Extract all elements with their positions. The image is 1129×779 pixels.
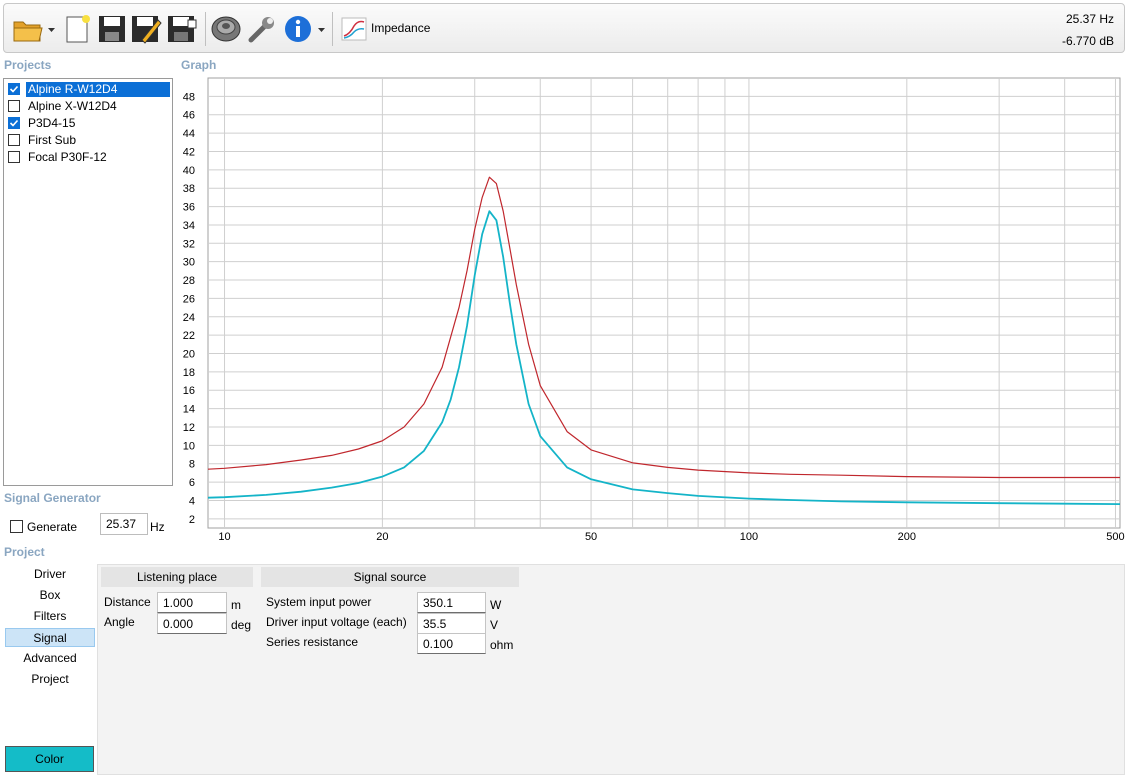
- save-icon[interactable]: [96, 12, 128, 46]
- y-tick-label: 40: [183, 165, 195, 177]
- y-tick-label: 16: [183, 385, 195, 397]
- angle-unit: deg: [231, 618, 252, 632]
- project-item[interactable]: Alpine X-W12D4: [4, 98, 172, 114]
- project-name: Focal P30F-12: [28, 149, 107, 164]
- y-tick-label: 4: [189, 495, 195, 507]
- y-tick-label: 30: [183, 257, 195, 269]
- resistance-unit: ohm: [490, 638, 514, 652]
- listening-place-header: Listening place: [101, 567, 253, 587]
- impedance-graph[interactable]: 2468101214161820222426283032343638404244…: [175, 74, 1125, 544]
- series-resistance-input[interactable]: [417, 633, 486, 654]
- distance-label: Distance: [104, 595, 151, 609]
- x-tick-label: 50: [585, 531, 597, 543]
- info-dropdown-arrow-icon[interactable]: [318, 26, 326, 34]
- distance-unit: m: [231, 598, 241, 612]
- impedance-mode-label[interactable]: Impedance: [371, 21, 430, 35]
- y-tick-label: 2: [189, 514, 195, 526]
- driver-input-voltage-input[interactable]: [417, 613, 486, 634]
- x-tick-label: 500: [1106, 531, 1124, 543]
- generate-checkbox[interactable]: [10, 520, 23, 533]
- y-tick-label: 32: [183, 238, 195, 250]
- y-tick-label: 28: [183, 275, 195, 287]
- system-input-power-input[interactable]: [417, 592, 486, 613]
- toolbar-separator: [205, 12, 206, 46]
- y-tick-label: 8: [189, 459, 195, 471]
- project-item[interactable]: First Sub: [4, 132, 172, 148]
- y-tick-label: 20: [183, 349, 195, 361]
- toolbar: Impedance 25.37 Hz -6.770 dB: [3, 3, 1125, 53]
- y-tick-label: 12: [183, 422, 195, 434]
- generator-frequency-unit: Hz: [150, 520, 165, 534]
- y-tick-label: 26: [183, 293, 195, 305]
- signal-panel: [97, 564, 1125, 775]
- y-tick-label: 24: [183, 312, 195, 324]
- project-checkbox[interactable]: [8, 83, 20, 95]
- nav-filters[interactable]: Filters: [5, 607, 95, 626]
- y-tick-label: 46: [183, 110, 195, 122]
- y-tick-label: 38: [183, 183, 195, 195]
- angle-label: Angle: [104, 615, 135, 629]
- distance-input[interactable]: [157, 592, 227, 613]
- y-tick-label: 34: [183, 220, 195, 232]
- nav-driver[interactable]: Driver: [5, 565, 95, 584]
- color-button[interactable]: Color: [5, 746, 94, 772]
- project-name: Alpine R-W12D4: [26, 81, 170, 97]
- y-tick-label: 10: [183, 440, 195, 452]
- nav-project[interactable]: Project: [5, 670, 95, 689]
- frequency-readout: 25.37 Hz: [1065, 12, 1114, 26]
- nav-advanced[interactable]: Advanced: [5, 649, 95, 668]
- project-item[interactable]: P3D4-15: [4, 115, 172, 131]
- project-item[interactable]: Alpine R-W12D4: [4, 81, 172, 97]
- save-as-icon[interactable]: [166, 12, 198, 46]
- graph-section-title: Graph: [181, 58, 217, 72]
- x-tick-label: 100: [740, 531, 758, 543]
- y-tick-label: 48: [183, 91, 195, 103]
- new-project-icon[interactable]: [62, 12, 94, 46]
- level-readout: -6.770 dB: [1061, 34, 1114, 48]
- system-input-power-label: System input power: [266, 595, 372, 609]
- y-tick-label: 14: [183, 404, 195, 416]
- y-tick-label: 22: [183, 330, 195, 342]
- y-tick-label: 44: [183, 128, 195, 140]
- y-tick-label: 36: [183, 202, 195, 214]
- y-tick-label: 42: [183, 146, 195, 158]
- project-name: Alpine X-W12D4: [28, 98, 117, 113]
- nav-box[interactable]: Box: [5, 586, 95, 605]
- x-tick-label: 20: [376, 531, 388, 543]
- save-edit-icon[interactable]: [130, 12, 162, 46]
- speaker-driver-icon[interactable]: [210, 12, 242, 46]
- angle-input[interactable]: [157, 613, 227, 634]
- x-tick-label: 200: [898, 531, 916, 543]
- generator-frequency-input[interactable]: [100, 513, 148, 535]
- y-tick-label: 6: [189, 477, 195, 489]
- project-checkbox[interactable]: [8, 100, 20, 112]
- signal-source-header: Signal source: [261, 567, 519, 587]
- projects-section-title: Projects: [4, 58, 52, 72]
- power-unit: W: [490, 598, 502, 612]
- y-tick-label: 18: [183, 367, 195, 379]
- project-name: First Sub: [28, 132, 77, 147]
- projects-list[interactable]: Alpine R-W12D4 Alpine X-W12D4 P3D4-15 Fi…: [3, 78, 173, 486]
- nav-signal[interactable]: Signal: [5, 628, 95, 647]
- project-checkbox[interactable]: [8, 117, 20, 129]
- toolbar-separator: [332, 12, 333, 46]
- voltage-unit: V: [490, 618, 499, 632]
- driver-input-voltage-label: Driver input voltage (each): [266, 615, 407, 629]
- impedance-chart-icon[interactable]: [338, 12, 370, 46]
- project-checkbox[interactable]: [8, 151, 20, 163]
- project-checkbox[interactable]: [8, 134, 20, 146]
- signal-generator-section-title: Signal Generator: [4, 491, 101, 505]
- wrench-settings-icon[interactable]: [246, 12, 278, 46]
- x-tick-label: 10: [218, 531, 230, 543]
- series-resistance-label: Series resistance: [266, 635, 359, 649]
- open-dropdown-arrow-icon[interactable]: [48, 26, 56, 34]
- plot-area[interactable]: [207, 77, 1121, 529]
- generate-label: Generate: [27, 520, 78, 534]
- info-icon[interactable]: [282, 12, 314, 46]
- project-section-title: Project: [4, 545, 45, 559]
- project-item[interactable]: Focal P30F-12: [4, 149, 172, 165]
- open-folder-icon[interactable]: [12, 12, 44, 46]
- project-name: P3D4-15: [28, 115, 76, 130]
